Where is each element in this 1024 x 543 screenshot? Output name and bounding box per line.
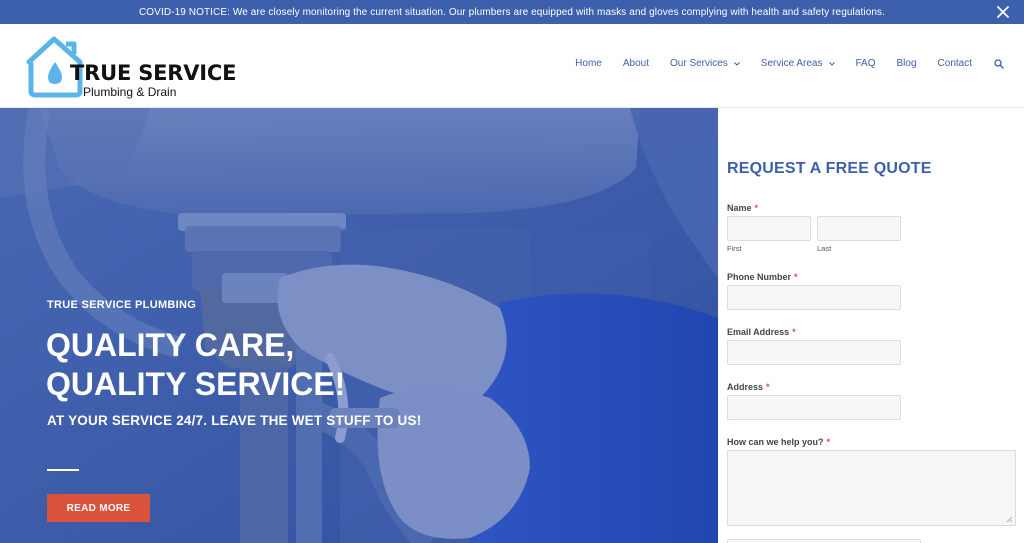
hero-headline-line1: QUALITY CARE, xyxy=(46,327,295,363)
required-mark: * xyxy=(794,272,798,282)
phone-input[interactable] xyxy=(727,285,901,310)
required-mark: * xyxy=(766,382,770,392)
nav-about-label: About xyxy=(622,58,649,69)
nav-about[interactable]: About xyxy=(623,58,649,69)
form-title: REQUEST A FREE QUOTE xyxy=(727,160,932,177)
notice-bar: COVID-19 NOTICE: We are closely monitori… xyxy=(0,0,1024,24)
logo-title: TRUE SERVICE xyxy=(70,61,237,85)
first-name-input[interactable] xyxy=(727,216,811,241)
required-mark: * xyxy=(792,327,796,337)
nav-our-services-label: Our Services xyxy=(670,58,728,69)
name-label-text: Name xyxy=(727,203,752,213)
hero-section: TRUE SERVICE PLUMBING QUALITY CARE, QUAL… xyxy=(0,108,718,543)
hero-headline: QUALITY CARE, QUALITY SERVICE! xyxy=(46,326,345,404)
notice-text: COVID-19 NOTICE: We are closely monitori… xyxy=(138,6,886,18)
first-sublabel: First xyxy=(727,244,742,253)
search-icon[interactable] xyxy=(994,58,1004,69)
email-label: Email Address * xyxy=(727,327,796,337)
resize-handle-icon[interactable] xyxy=(1006,516,1013,523)
nav-blog-label: Blog xyxy=(896,58,917,69)
nav-home[interactable]: Home xyxy=(575,58,602,69)
help-label-text: How can we help you? xyxy=(727,437,824,447)
read-more-button[interactable]: READ MORE xyxy=(47,494,150,522)
name-label: Name * xyxy=(727,203,758,213)
nav-faq[interactable]: FAQ xyxy=(856,58,876,69)
phone-label-text: Phone Number xyxy=(727,272,792,282)
hero-headline-line2: QUALITY SERVICE! xyxy=(46,366,346,402)
hero-divider xyxy=(47,469,79,471)
last-sublabel: Last xyxy=(817,244,832,253)
quote-form: REQUEST A FREE QUOTE Name * First Last Ph… xyxy=(718,108,1024,543)
email-label-text: Email Address xyxy=(727,327,790,337)
nav-blog[interactable]: Blog xyxy=(897,58,917,69)
address-input[interactable] xyxy=(727,395,901,420)
phone-label: Phone Number * xyxy=(727,272,798,282)
hero-subheadline: AT YOUR SERVICE 24/7. LEAVE THE WET STUF… xyxy=(47,413,422,428)
site-header: TRUE SERVICE Plumbing & Drain Home About… xyxy=(0,24,1024,108)
address-label-text: Address xyxy=(727,382,764,392)
last-name-input[interactable] xyxy=(817,216,901,241)
nav-contact[interactable]: Contact xyxy=(938,58,972,69)
nav-our-services[interactable]: Our Services xyxy=(670,58,740,69)
chevron-down-icon xyxy=(828,61,835,66)
site-logo[interactable]: TRUE SERVICE Plumbing & Drain xyxy=(24,34,237,100)
nav-contact-label: Contact xyxy=(937,58,972,69)
help-textarea[interactable] xyxy=(727,450,1016,526)
nav-service-areas[interactable]: Service Areas xyxy=(761,58,835,69)
help-label: How can we help you? * xyxy=(727,437,830,447)
next-field-input[interactable] xyxy=(727,539,921,543)
address-label: Address * xyxy=(727,382,770,392)
close-icon[interactable] xyxy=(994,3,1012,21)
logo-subtitle: Plumbing & Drain xyxy=(83,85,177,99)
main-nav: Home About Our Services Service Areas FA… xyxy=(575,58,1004,69)
nav-home-label: Home xyxy=(575,58,602,69)
hero-kicker: TRUE SERVICE PLUMBING xyxy=(47,299,197,311)
required-mark: * xyxy=(826,437,831,447)
email-input[interactable] xyxy=(727,340,901,365)
nav-service-areas-label: Service Areas xyxy=(760,58,823,69)
nav-faq-label: FAQ xyxy=(855,58,876,69)
chevron-down-icon xyxy=(733,61,740,66)
required-mark: * xyxy=(754,203,759,213)
